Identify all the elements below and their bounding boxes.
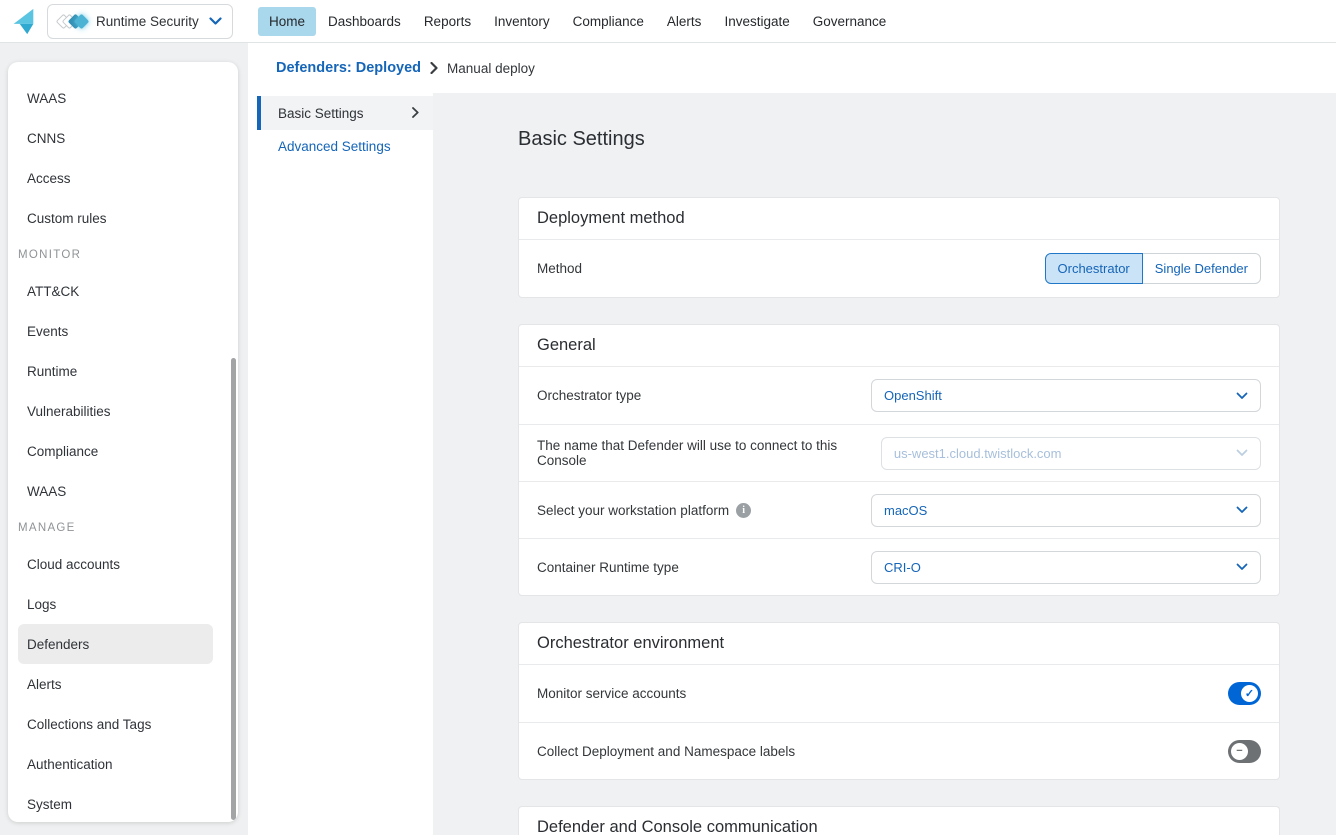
sidebar-item-waas[interactable]: WAAS — [18, 78, 213, 118]
sidebar-item-cnns[interactable]: CNNS — [18, 118, 213, 158]
defender-console-communication-title: Defender and Console communication — [519, 807, 1279, 835]
orchestrator-type-label: Orchestrator type — [537, 388, 641, 403]
subnav-advanced-settings[interactable]: Advanced Settings — [248, 130, 433, 162]
settings-subnav: Basic Settings Advanced Settings — [248, 93, 433, 835]
sidebar-item-logs[interactable]: Logs — [18, 584, 213, 624]
chevron-down-icon — [209, 17, 222, 26]
sidebar-item-events[interactable]: Events — [18, 311, 213, 351]
main-panel: Basic Settings Deployment method Method … — [433, 93, 1336, 835]
content-area: Defenders: Deployed Manual deploy Basic … — [248, 43, 1336, 835]
module-selector[interactable]: Runtime Security — [47, 4, 233, 39]
check-icon: ✓ — [1241, 685, 1258, 702]
orchestrator-environment-title: Orchestrator environment — [519, 623, 1279, 665]
orchestrator-type-select[interactable]: OpenShift — [871, 379, 1261, 412]
topnav-inventory[interactable]: Inventory — [483, 7, 561, 36]
console-name-value: us-west1.cloud.twistlock.com — [894, 446, 1062, 461]
sidebar-item-runtime[interactable]: Runtime — [18, 351, 213, 391]
sidebar-item-custom-rules[interactable]: Custom rules — [18, 198, 213, 238]
orchestrator-environment-card: Orchestrator environment Monitor service… — [518, 622, 1280, 780]
modules-diamonds-icon — [58, 16, 87, 27]
chevron-down-icon — [1236, 444, 1248, 462]
breadcrumb-parent-link[interactable]: Defenders: Deployed — [276, 60, 421, 76]
breadcrumb-current: Manual deploy — [447, 61, 535, 76]
container-runtime-value: CRI-O — [884, 560, 921, 575]
topnav-governance[interactable]: Governance — [802, 7, 898, 36]
deployment-method-title: Deployment method — [519, 198, 1279, 240]
topnav-dashboards[interactable]: Dashboards — [317, 7, 412, 36]
sidebar-item-collections-and-tags[interactable]: Collections and Tags — [18, 704, 213, 744]
subnav-basic-settings-label: Basic Settings — [278, 106, 364, 121]
chevron-right-icon — [412, 106, 419, 121]
method-segmented-control: Orchestrator Single Defender — [1045, 253, 1261, 284]
sidebar-item-defenders[interactable]: Defenders — [18, 624, 213, 664]
container-runtime-label: Container Runtime type — [537, 560, 679, 575]
chevron-down-icon — [1236, 387, 1248, 405]
sidebar-scrollbar[interactable] — [231, 358, 236, 820]
breadcrumb-chevron-icon — [430, 62, 438, 74]
breadcrumb: Defenders: Deployed Manual deploy — [248, 43, 1336, 93]
workstation-platform-label: Select your workstation platform i — [537, 503, 751, 518]
monitor-service-accounts-toggle[interactable]: ✓ — [1228, 682, 1261, 705]
method-option-single-defender[interactable]: Single Defender — [1142, 253, 1261, 284]
method-label: Method — [537, 261, 582, 276]
orchestrator-type-value: OpenShift — [884, 388, 942, 403]
monitor-service-accounts-label: Monitor service accounts — [537, 686, 686, 701]
prisma-cloud-logo-icon — [8, 6, 38, 36]
workstation-platform-value: macOS — [884, 503, 927, 518]
chevron-down-icon — [1236, 558, 1248, 576]
workstation-platform-select[interactable]: macOS — [871, 494, 1261, 527]
sidebar-item-attck[interactable]: ATT&CK — [18, 271, 213, 311]
topnav-alerts[interactable]: Alerts — [656, 7, 713, 36]
subnav-basic-settings[interactable]: Basic Settings — [257, 96, 433, 130]
sidebar-item-waas-monitor[interactable]: WAAS — [18, 471, 213, 511]
minus-icon: − — [1231, 743, 1248, 760]
method-option-orchestrator[interactable]: Orchestrator — [1045, 253, 1143, 284]
sidebar-item-cloud-accounts[interactable]: Cloud accounts — [18, 544, 213, 584]
topnav-reports[interactable]: Reports — [413, 7, 482, 36]
collect-labels-toggle[interactable]: − — [1228, 740, 1261, 763]
topnav-compliance[interactable]: Compliance — [562, 7, 655, 36]
left-rail: WAAS CNNS Access Custom rules MONITOR AT… — [0, 43, 248, 835]
console-name-select: us-west1.cloud.twistlock.com — [881, 437, 1261, 470]
container-runtime-select[interactable]: CRI-O — [871, 551, 1261, 584]
defender-console-communication-card: Defender and Console communication — [518, 806, 1280, 835]
module-selector-value: Runtime Security — [96, 14, 209, 29]
sidebar-item-system[interactable]: System — [18, 784, 213, 822]
deployment-method-card: Deployment method Method Orchestrator Si… — [518, 197, 1280, 298]
topnav-home[interactable]: Home — [258, 7, 316, 36]
sidebar-item-compliance[interactable]: Compliance — [18, 431, 213, 471]
general-card: General Orchestrator type OpenShift The … — [518, 324, 1280, 596]
sidebar-item-authentication[interactable]: Authentication — [18, 744, 213, 784]
info-icon[interactable]: i — [736, 503, 751, 518]
console-name-label: The name that Defender will use to conne… — [537, 438, 881, 468]
topnav-investigate[interactable]: Investigate — [713, 7, 800, 36]
general-title: General — [519, 325, 1279, 367]
page-title: Basic Settings — [518, 128, 1280, 151]
sidebar-item-vulnerabilities[interactable]: Vulnerabilities — [18, 391, 213, 431]
sidebar-section-manage: MANAGE — [8, 511, 238, 544]
sidebar-item-access[interactable]: Access — [18, 158, 213, 198]
sidebar-section-monitor: MONITOR — [8, 238, 238, 271]
collect-labels-label: Collect Deployment and Namespace labels — [537, 744, 795, 759]
sidebar: WAAS CNNS Access Custom rules MONITOR AT… — [8, 62, 238, 822]
sidebar-item-alerts[interactable]: Alerts — [18, 664, 213, 704]
top-nav: Home Dashboards Reports Inventory Compli… — [258, 0, 898, 42]
top-bar: Runtime Security Home Dashboards Reports… — [0, 0, 1336, 43]
workstation-platform-label-text: Select your workstation platform — [537, 503, 729, 518]
chevron-down-icon — [1236, 501, 1248, 519]
